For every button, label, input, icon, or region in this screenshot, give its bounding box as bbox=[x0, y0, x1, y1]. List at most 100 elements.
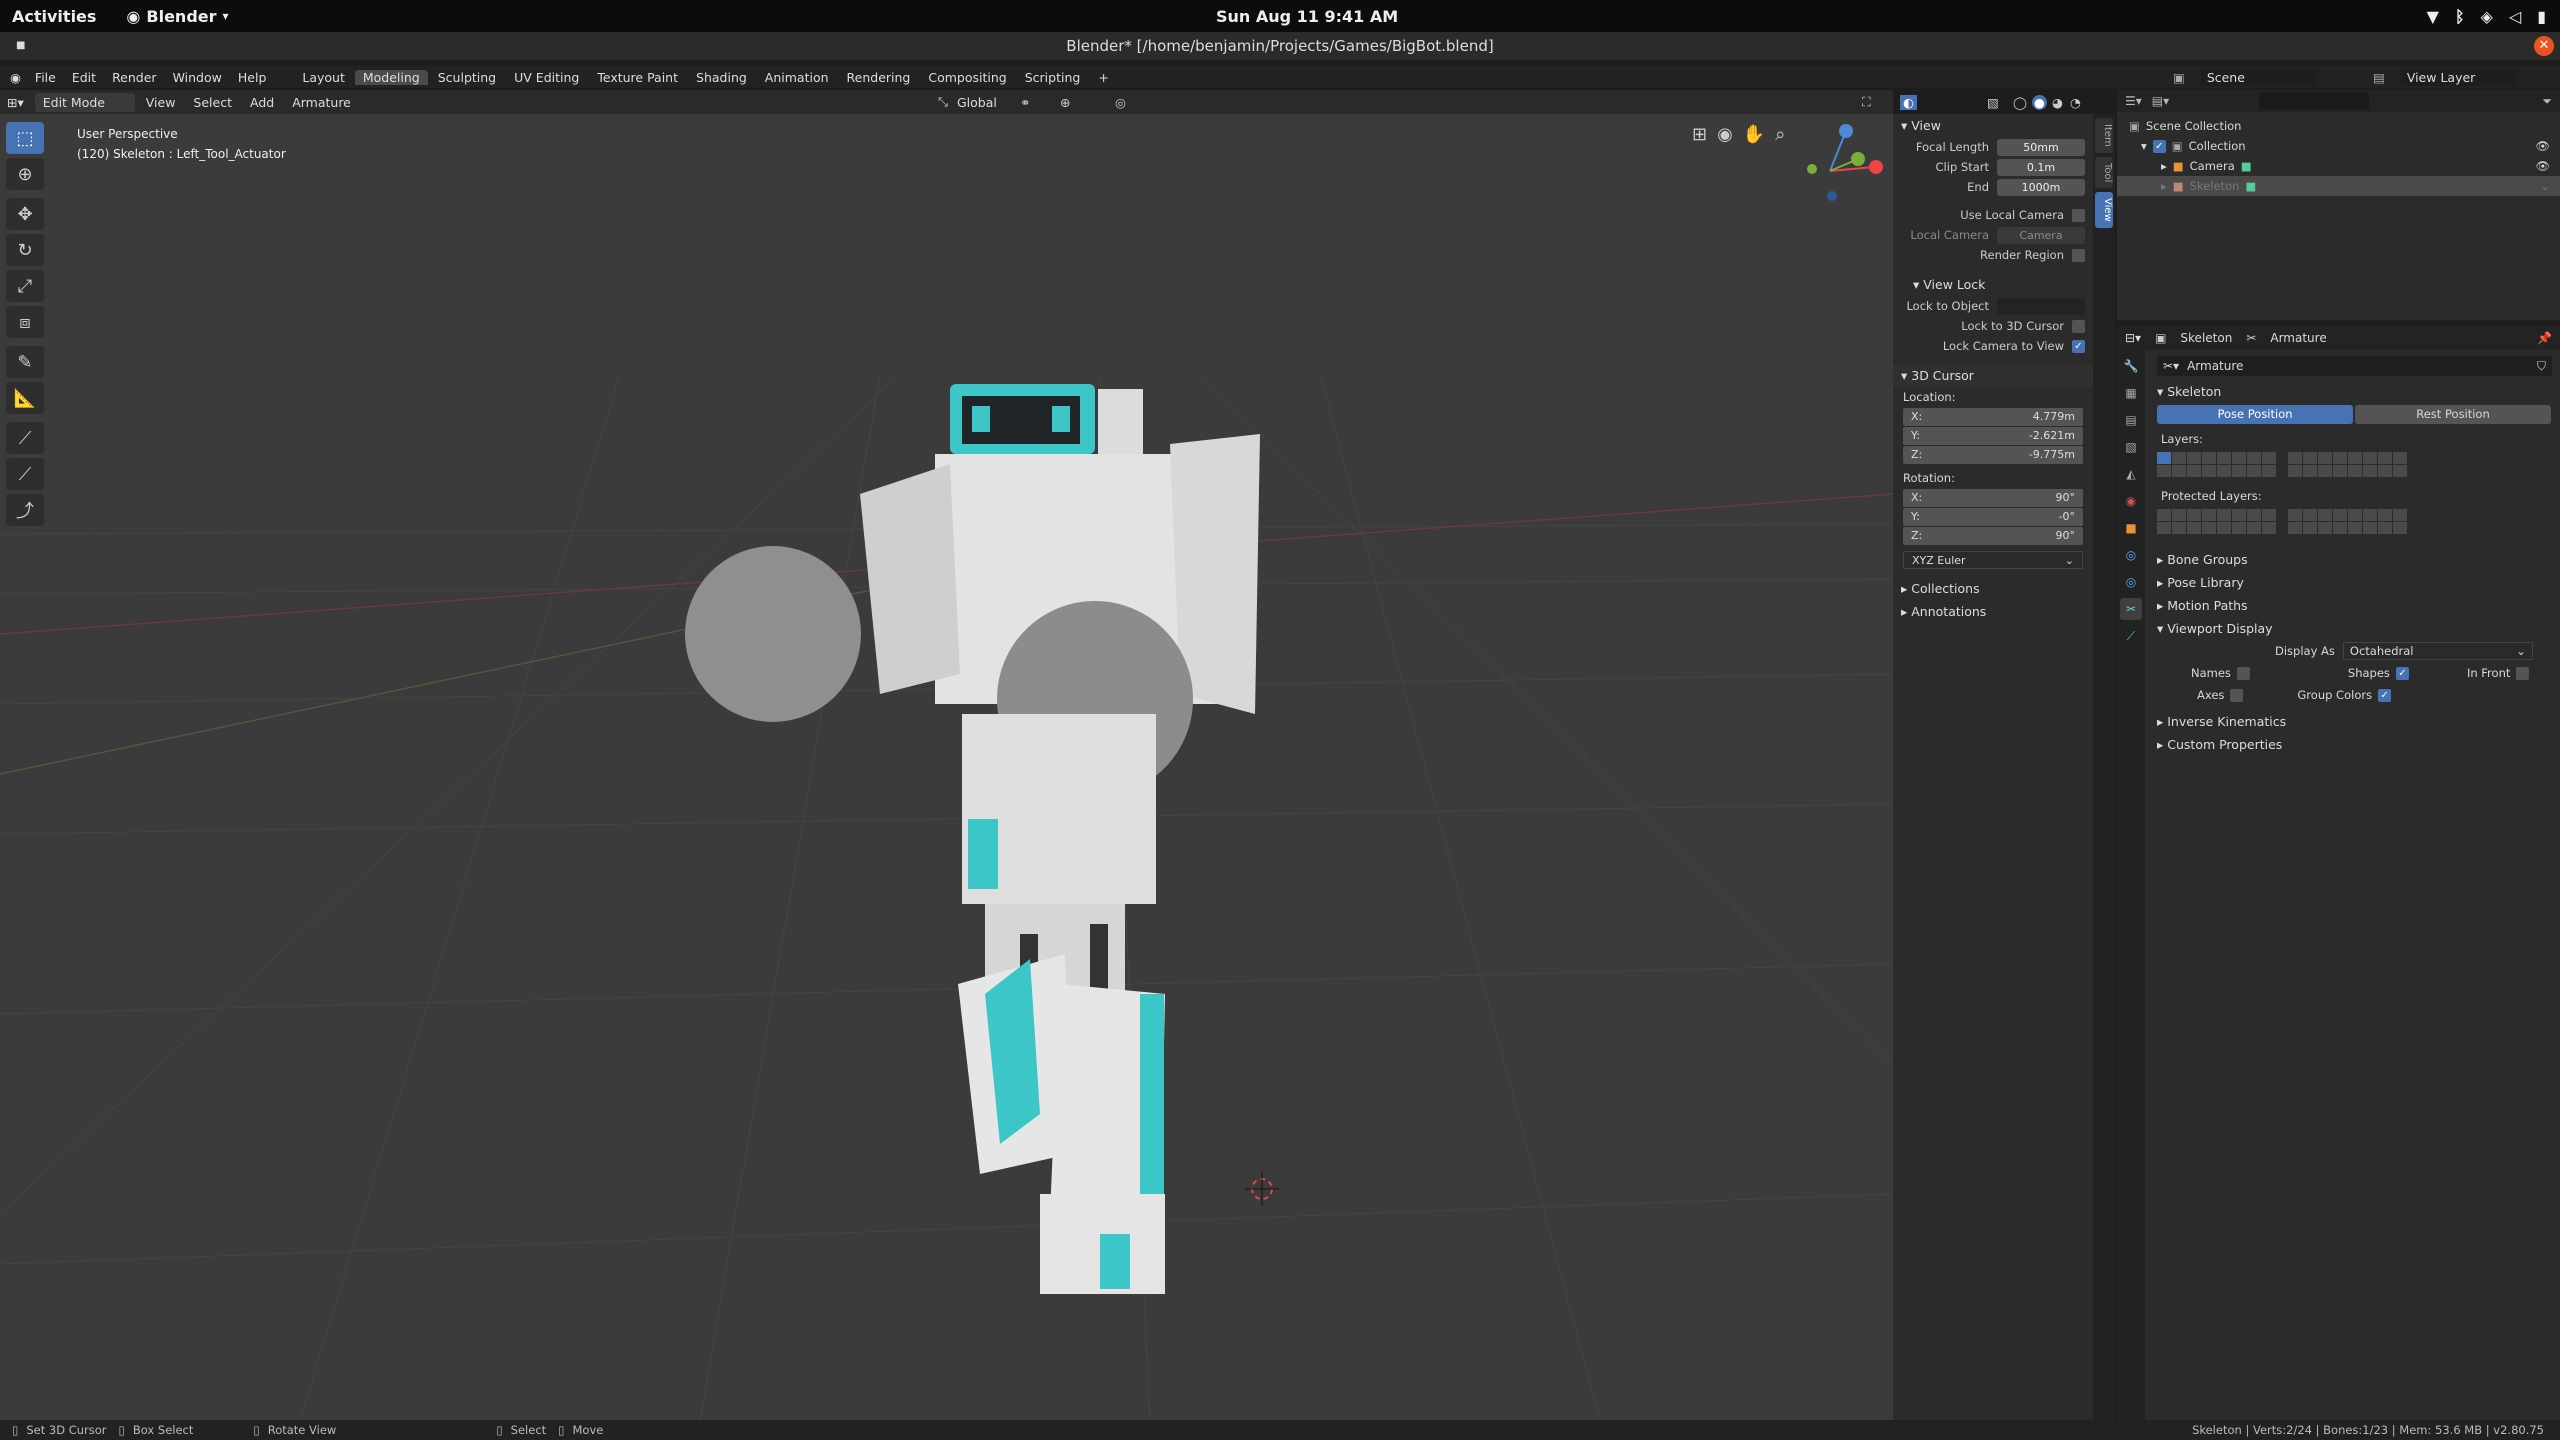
protected-layers-grid[interactable] bbox=[2157, 509, 2552, 534]
activities-button[interactable]: Activities bbox=[12, 7, 96, 26]
in-front-checkbox[interactable] bbox=[2516, 666, 2530, 680]
system-tray[interactable]: ▼ ᛒ ◈ ◁ ▮ bbox=[2427, 7, 2546, 26]
layer-block[interactable] bbox=[2288, 509, 2407, 534]
breadcrumb-object[interactable]: Skeleton bbox=[2180, 331, 2232, 345]
snap-icon[interactable]: ⊕ bbox=[1060, 95, 1070, 110]
lock-to-object-field[interactable] bbox=[1997, 297, 2085, 315]
annotations-panel[interactable]: ▸ Annotations bbox=[1893, 600, 2093, 623]
menu-edit[interactable]: Edit bbox=[64, 70, 104, 85]
outliner-row[interactable]: ▾ ✓ ▣ Collection 👁 bbox=[2117, 136, 2560, 156]
tab-shading[interactable]: Shading bbox=[688, 70, 755, 85]
material-shading-icon[interactable]: ◕ bbox=[2052, 95, 2063, 110]
pivot-icon[interactable]: ⚭ bbox=[1020, 95, 1030, 110]
3d-cursor[interactable] bbox=[1245, 1172, 1279, 1206]
fake-user-icon[interactable]: ⛉ bbox=[2537, 359, 2546, 374]
tab-texture-paint[interactable]: Texture Paint bbox=[589, 70, 686, 85]
custom-properties-panel[interactable]: ▸ Custom Properties bbox=[2157, 733, 2552, 756]
scene-tab-icon[interactable]: ◭ bbox=[2120, 463, 2142, 485]
focal-length-field[interactable]: 50mm bbox=[1997, 138, 2085, 156]
scale-tool-icon[interactable]: ⤢ bbox=[6, 270, 44, 302]
bone-groups-panel[interactable]: ▸ Bone Groups bbox=[2157, 548, 2552, 571]
add-workspace-button[interactable]: + bbox=[1090, 70, 1116, 85]
tab-view[interactable]: View bbox=[2095, 192, 2113, 228]
gizmo-toggle-icon[interactable]: ⛶ bbox=[1862, 94, 1871, 110]
collection-checkbox[interactable]: ✓ bbox=[2152, 139, 2166, 153]
layer-block[interactable] bbox=[2157, 509, 2276, 534]
pan-hand-icon[interactable]: ✋ bbox=[1743, 124, 1765, 145]
transform-tool-icon[interactable]: ⧈ bbox=[6, 306, 44, 338]
modifier-tab-icon[interactable]: ◎ bbox=[2120, 544, 2142, 566]
lock-to-3d-cursor-checkbox[interactable] bbox=[2072, 319, 2085, 333]
axes-checkbox[interactable] bbox=[2230, 688, 2244, 702]
rotate-tool-icon[interactable]: ↻ bbox=[6, 234, 44, 266]
clip-end-field[interactable]: 1000m bbox=[1997, 178, 2085, 196]
display-mode-icon[interactable]: ▤▾ bbox=[2152, 94, 2169, 108]
menu-add[interactable]: Add bbox=[243, 93, 281, 112]
view-lock-header[interactable]: ▾ View Lock bbox=[1893, 273, 2093, 296]
breadcrumb-armature[interactable]: Armature bbox=[2270, 331, 2326, 345]
group-colors-checkbox[interactable]: ✓ bbox=[2378, 688, 2392, 702]
annotate-tool-icon[interactable]: ✎ bbox=[6, 346, 44, 378]
tab-compositing[interactable]: Compositing bbox=[920, 70, 1014, 85]
editor-type-icon[interactable]: ☰▾ bbox=[2125, 94, 2142, 108]
motion-paths-panel[interactable]: ▸ Motion Paths bbox=[2157, 594, 2552, 617]
menu-render[interactable]: Render bbox=[104, 70, 165, 85]
pose-library-panel[interactable]: ▸ Pose Library bbox=[2157, 571, 2552, 594]
object-tab-icon[interactable]: ■ bbox=[2120, 517, 2142, 539]
tab-uv-editing[interactable]: UV Editing bbox=[506, 70, 587, 85]
outliner-row[interactable]: ▸ ■ Camera ■ 👁 bbox=[2117, 156, 2560, 176]
expand-icon[interactable]: ▾ bbox=[2141, 139, 2147, 153]
view-layer-selector[interactable]: ▤ View Layer bbox=[2365, 68, 2516, 86]
wireframe-shading-icon[interactable]: ◯ bbox=[2013, 95, 2027, 110]
solid-shading-icon[interactable]: ● bbox=[2032, 94, 2047, 110]
menu-window[interactable]: Window bbox=[165, 70, 230, 85]
armature-data-tab-icon[interactable]: ✂ bbox=[2120, 598, 2142, 620]
rendered-shading-icon[interactable]: ◔ bbox=[2070, 95, 2081, 110]
layer-block[interactable] bbox=[2288, 452, 2407, 477]
cursor-rotation-z[interactable]: Z: 90° bbox=[1903, 527, 2083, 545]
cursor-tool-icon[interactable]: ⊕ bbox=[6, 158, 44, 190]
tab-rendering[interactable]: Rendering bbox=[839, 70, 919, 85]
menu-file[interactable]: File bbox=[27, 70, 64, 85]
menu-view[interactable]: View bbox=[139, 93, 183, 112]
tab-modeling[interactable]: Modeling bbox=[354, 69, 428, 85]
names-checkbox[interactable] bbox=[2236, 666, 2250, 680]
local-camera-field[interactable]: Camera bbox=[1997, 226, 2085, 244]
filter-icon[interactable]: ⏷ bbox=[2542, 94, 2552, 109]
layers-grid[interactable] bbox=[2157, 452, 2552, 477]
tab-item[interactable]: Item bbox=[2095, 118, 2113, 153]
expand-icon[interactable]: ▸ bbox=[2161, 159, 2167, 173]
tab-animation[interactable]: Animation bbox=[757, 70, 837, 85]
expand-icon[interactable]: ▸ bbox=[2161, 179, 2167, 193]
scene-selector[interactable]: ▣ Scene bbox=[2165, 68, 2316, 86]
close-window-button[interactable]: ✕ bbox=[2534, 36, 2554, 56]
display-as-dropdown[interactable]: Octahedral ⌄ bbox=[2342, 642, 2533, 660]
outliner-row-selected[interactable]: ▸ ■ Skeleton ■ ⌄ bbox=[2117, 176, 2560, 196]
world-tab-icon[interactable]: ◉ bbox=[2120, 490, 2142, 512]
outliner-search-input[interactable] bbox=[2259, 93, 2370, 109]
view-section-header[interactable]: ▾ View bbox=[1893, 114, 2093, 137]
menu-help[interactable]: Help bbox=[230, 70, 275, 85]
grid-view-icon[interactable]: ⊞ bbox=[1692, 124, 1707, 145]
measure-tool-icon[interactable]: 📐 bbox=[6, 382, 44, 414]
app-menu[interactable]: ◉ Blender ▾ bbox=[126, 7, 228, 26]
mode-dropdown[interactable]: Edit Mode bbox=[34, 92, 135, 112]
clip-start-field[interactable]: 0.1m bbox=[1997, 158, 2085, 176]
camera-view-icon[interactable]: ◉ bbox=[1717, 124, 1733, 145]
cursor-location-y[interactable]: Y: -2.621m bbox=[1903, 427, 2083, 445]
menu-armature[interactable]: Armature bbox=[285, 93, 358, 112]
inverse-kinematics-panel[interactable]: ▸ Inverse Kinematics bbox=[2157, 710, 2552, 733]
lock-camera-to-view-checkbox[interactable]: ✓ bbox=[2072, 339, 2085, 353]
collections-panel[interactable]: ▸ Collections bbox=[1893, 577, 2093, 600]
eye-hidden-icon[interactable]: ⌄ bbox=[2540, 179, 2550, 193]
select-box-tool-icon[interactable]: ⬚ bbox=[6, 122, 44, 154]
robot-model[interactable] bbox=[685, 384, 1260, 1294]
pin-icon[interactable]: 📌 bbox=[2537, 331, 2552, 345]
output-tab-icon[interactable]: ▤ bbox=[2120, 409, 2142, 431]
rest-position-button[interactable]: Rest Position bbox=[2355, 405, 2551, 424]
extrude-tool-icon[interactable]: ⤴ bbox=[6, 494, 44, 526]
eye-icon[interactable]: 👁 bbox=[2535, 139, 2550, 153]
tab-layout[interactable]: Layout bbox=[294, 70, 353, 85]
eye-icon[interactable]: 👁 bbox=[2535, 159, 2550, 173]
cursor-rotation-y[interactable]: Y: -0° bbox=[1903, 508, 2083, 526]
